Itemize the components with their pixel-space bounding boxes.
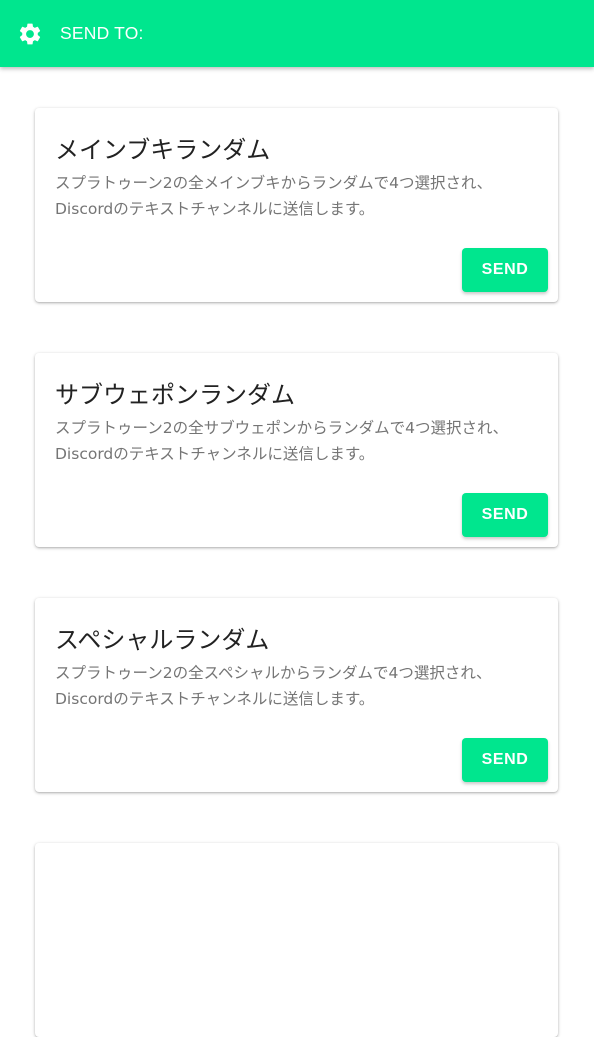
card-sub-weapon-random: サブウェポンランダム スプラトゥーン2の全サブウェポンからランダムで4つ選択され…	[35, 353, 558, 547]
send-button[interactable]: SEND	[462, 738, 548, 782]
gear-icon[interactable]	[17, 21, 43, 47]
send-button[interactable]: SEND	[462, 248, 548, 292]
card-description: スプラトゥーン2の全スペシャルからランダムで4つ選択され、 Discordのテキ…	[55, 664, 492, 708]
card-description: スプラトゥーン2の全サブウェポンからランダムで4つ選択され、 Discordのテ…	[55, 419, 509, 463]
app-bar-title: SEND TO:	[60, 23, 144, 43]
card-title: スペシャルランダム	[55, 626, 270, 654]
card-partial	[35, 843, 558, 1037]
card-main-weapon-random: メインブキランダム スプラトゥーン2の全メインブキからランダムで4つ選択され、 …	[35, 108, 558, 302]
card-title: サブウェポンランダム	[55, 381, 295, 409]
card-special-random: スペシャルランダム スプラトゥーン2の全スペシャルからランダムで4つ選択され、 …	[35, 598, 558, 792]
card-description: スプラトゥーン2の全メインブキからランダムで4つ選択され、 Discordのテキ…	[55, 174, 493, 218]
send-button[interactable]: SEND	[462, 493, 548, 537]
card-title: メインブキランダム	[55, 136, 271, 164]
app-bar: SEND TO:	[0, 0, 594, 67]
